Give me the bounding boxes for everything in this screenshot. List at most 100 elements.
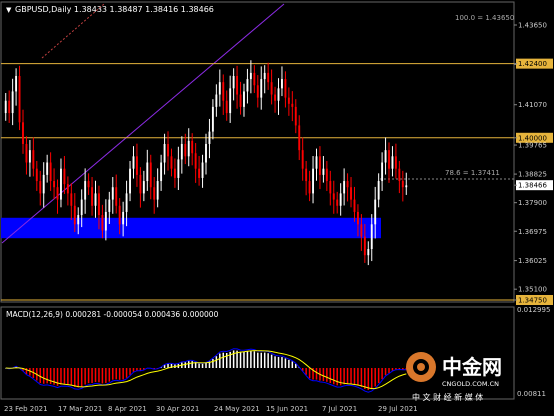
macd-histogram-bar (74, 368, 76, 387)
candle-bear (294, 106, 297, 126)
candle-bull (405, 185, 408, 188)
macd-label: MACD(12,26,9) 0.000281 -0.000054 0.00043… (6, 310, 219, 319)
macd-histogram-bar (132, 368, 135, 372)
candle-bear (298, 125, 301, 151)
macd-histogram-bar (46, 368, 48, 384)
macd-histogram-bar (105, 368, 107, 383)
candle-bull (125, 193, 128, 212)
candle-bear (173, 168, 176, 178)
candle-bear (135, 156, 138, 175)
candle-bull (187, 140, 190, 157)
candle-bull (146, 162, 149, 182)
macd-histogram-bar (94, 368, 97, 382)
candle-bull (243, 91, 245, 107)
date-label: 15 Jun 2021 (266, 405, 308, 413)
macd-histogram-bar (205, 362, 207, 368)
candle-bull (142, 181, 145, 194)
price-tick-label: 1.38466 (518, 182, 547, 190)
macd-axis-label: 0.00811 (517, 390, 546, 398)
candle-bull (343, 181, 346, 194)
macd-histogram-bar (364, 368, 366, 390)
macd-histogram-bar (343, 368, 345, 385)
macd-histogram-bar (270, 354, 273, 368)
price-tick-label: 1.39765 (518, 142, 547, 150)
candle-bear (198, 168, 201, 178)
candle-bull (249, 72, 252, 80)
macd-histogram-bar (129, 368, 131, 375)
candle-bear (353, 199, 356, 212)
candle-bear (153, 187, 156, 200)
candle-bear (350, 187, 352, 200)
price-tick-label: 1.36025 (518, 257, 547, 265)
candle-bull (370, 224, 373, 250)
symbol-triangle-icon: ▼ (6, 6, 12, 14)
candle-bear (139, 174, 142, 194)
symbol-info: GBPUSD,Daily 1.38433 1.38487 1.38416 1.3… (15, 5, 214, 14)
candle-bear (53, 181, 56, 188)
candle-bull (28, 150, 31, 163)
candle-bull (315, 156, 318, 169)
date-label: 7 Jul 2021 (322, 405, 357, 413)
date-label: 17 Mar 2021 (58, 405, 102, 413)
candle-bear (363, 236, 366, 256)
candle-bull (11, 91, 14, 114)
candle-bear (336, 199, 339, 206)
candle-bull (111, 187, 114, 200)
macd-histogram-bar (274, 356, 276, 368)
macd-histogram-bar (122, 368, 124, 380)
macd-histogram-bar (329, 368, 332, 384)
price-chart[interactable]: ▼ GBPUSD,Daily 1.38433 1.38487 1.38416 1… (0, 0, 554, 416)
candle-bear (25, 143, 28, 163)
macd-histogram-bar (357, 368, 359, 386)
candle-bear (149, 162, 152, 188)
macd-histogram-bar (198, 363, 200, 368)
macd-histogram-bar (346, 368, 349, 384)
macd-histogram-bar (239, 351, 242, 368)
candle-bear (87, 181, 90, 188)
candle-bear (56, 187, 59, 200)
macd-histogram-bar (108, 368, 111, 382)
candle-bear (70, 193, 73, 206)
candle-bear (256, 85, 259, 98)
date-label: 29 Jul 2021 (378, 405, 418, 413)
macd-histogram-bar (322, 368, 325, 381)
candle-bear (49, 162, 52, 182)
macd-histogram-bar (91, 368, 93, 383)
candle-bear (274, 94, 277, 101)
watermark-brand: 中金网 (442, 355, 502, 379)
candle-bear (39, 181, 42, 194)
candle-bull (208, 131, 211, 144)
fib-100-label: 100.0 = 1.43650 (455, 14, 514, 22)
candle-bull (129, 168, 131, 194)
macd-histogram-bar (118, 368, 121, 380)
candle-bear (91, 187, 94, 206)
macd-histogram-bar (29, 368, 31, 376)
macd-histogram-bar (70, 368, 73, 386)
macd-histogram-bar (184, 362, 187, 368)
price-tick-label: 1.42400 (518, 60, 547, 68)
price-tick-label: 1.43650 (518, 22, 547, 30)
macd-histogram-bar (305, 368, 307, 375)
candle-bear (18, 75, 21, 123)
candle-bull (339, 193, 342, 206)
candle-bull (391, 156, 394, 169)
macd-histogram-bar (215, 356, 218, 368)
candle-bull (4, 100, 7, 114)
macd-histogram-bar (367, 368, 370, 390)
candle-bull (15, 75, 18, 92)
macd-histogram-bar (388, 368, 390, 374)
candle-bull (94, 193, 97, 206)
candle-bull (246, 79, 249, 92)
candle-bear (253, 72, 256, 86)
candle-bull (104, 211, 107, 231)
candle-bear (184, 143, 187, 157)
macd-histogram-bar (360, 368, 363, 387)
candle-bull (381, 162, 384, 182)
macd-histogram-bar (377, 368, 380, 384)
candle-bear (318, 156, 321, 175)
candle-bear (225, 100, 228, 114)
candle-bear (35, 168, 38, 182)
candle-bull (260, 79, 263, 98)
price-tick-label: 1.34750 (518, 297, 547, 305)
macd-histogram-bar (49, 368, 52, 385)
